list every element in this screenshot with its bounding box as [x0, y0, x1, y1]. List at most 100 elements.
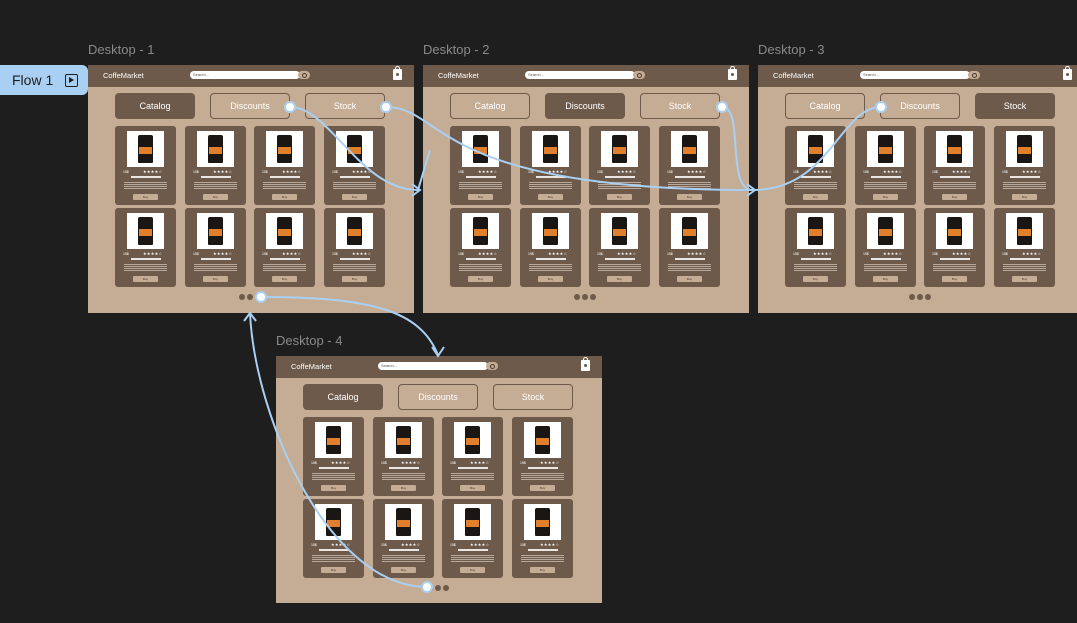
page-dot[interactable] — [427, 585, 433, 591]
buy-button[interactable]: Buy — [942, 276, 967, 282]
product-card[interactable]: 15$ ★★★★☆ Buy — [254, 208, 315, 287]
buy-button[interactable]: Buy — [873, 276, 898, 282]
product-card[interactable]: 15$ ★★★★☆ Buy — [924, 208, 985, 287]
page-dot[interactable] — [909, 294, 915, 300]
page-dot[interactable] — [247, 294, 253, 300]
buy-button[interactable]: Buy — [468, 276, 493, 282]
search-icon[interactable] — [633, 71, 645, 79]
buy-button[interactable]: Buy — [272, 276, 297, 282]
frame-label[interactable]: Desktop - 3 — [758, 42, 824, 57]
buy-button[interactable]: Buy — [133, 276, 158, 282]
tab-discounts[interactable]: Discounts — [210, 93, 290, 119]
page-dot[interactable] — [239, 294, 245, 300]
page-dot[interactable] — [443, 585, 449, 591]
buy-button[interactable]: Buy — [530, 567, 555, 573]
buy-button[interactable]: Buy — [391, 567, 416, 573]
page-dot[interactable] — [590, 294, 596, 300]
product-card[interactable]: 15$ ★★★★☆ Buy — [785, 126, 846, 205]
brand-logo[interactable]: CoffeMarket — [291, 362, 332, 371]
page-dot[interactable] — [917, 294, 923, 300]
product-card[interactable]: 15$ ★★★★☆ Buy — [442, 417, 503, 496]
buy-button[interactable]: Buy — [203, 194, 228, 200]
tab-discounts[interactable]: Discounts — [545, 93, 625, 119]
tab-stock[interactable]: Stock — [975, 93, 1055, 119]
buy-button[interactable]: Buy — [342, 276, 367, 282]
page-dot[interactable] — [582, 294, 588, 300]
product-card[interactable]: 15$ ★★★★☆ Buy — [324, 126, 385, 205]
frame-desktop-4[interactable]: CoffeMarket Search... Catalog Discounts Stoc… — [276, 356, 602, 603]
search-input[interactable]: Search... — [190, 71, 300, 79]
tab-discounts[interactable]: Discounts — [398, 384, 478, 410]
play-frame-icon[interactable] — [65, 73, 79, 87]
product-card[interactable]: 15$ ★★★★☆ Buy — [855, 126, 916, 205]
buy-button[interactable]: Buy — [342, 194, 367, 200]
brand-logo[interactable]: CoffeMarket — [438, 71, 479, 80]
page-dot[interactable] — [925, 294, 931, 300]
product-card[interactable]: 15$ ★★★★☆ Buy — [520, 208, 581, 287]
product-card[interactable]: 15$ ★★★★☆ Buy — [303, 499, 364, 578]
shopping-bag-icon[interactable] — [393, 66, 402, 80]
product-card[interactable]: 15$ ★★★★☆ Buy — [450, 126, 511, 205]
product-card[interactable]: 15$ ★★★★☆ Buy — [785, 208, 846, 287]
product-card[interactable]: 15$ ★★★★☆ Buy — [855, 208, 916, 287]
shopping-bag-icon[interactable] — [1063, 66, 1072, 80]
frame-desktop-1[interactable]: CoffeMarket Search... Catalog Discounts Stoc… — [88, 65, 414, 313]
buy-button[interactable]: Buy — [1012, 276, 1037, 282]
shopping-bag-icon[interactable] — [581, 357, 590, 371]
buy-button[interactable]: Buy — [677, 276, 702, 282]
product-card[interactable]: 15$ ★★★★☆ Buy — [924, 126, 985, 205]
search-icon[interactable] — [968, 71, 980, 79]
tab-catalog[interactable]: Catalog — [785, 93, 865, 119]
product-card[interactable]: 15$ ★★★★☆ Buy — [589, 126, 650, 205]
product-card[interactable]: 15$ ★★★★☆ Buy — [254, 126, 315, 205]
product-card[interactable]: 15$ ★★★★☆ Buy — [373, 499, 434, 578]
buy-button[interactable]: Buy — [803, 194, 828, 200]
buy-button[interactable]: Buy — [460, 485, 485, 491]
tab-catalog[interactable]: Catalog — [115, 93, 195, 119]
buy-button[interactable]: Buy — [538, 194, 563, 200]
product-card[interactable]: 15$ ★★★★☆ Buy — [185, 126, 246, 205]
buy-button[interactable]: Buy — [468, 194, 493, 200]
product-card[interactable]: 15$ ★★★★☆ Buy — [994, 126, 1055, 205]
product-card[interactable]: 15$ ★★★★☆ Buy — [115, 126, 176, 205]
buy-button[interactable]: Buy — [321, 485, 346, 491]
page-dot[interactable] — [255, 294, 261, 300]
page-dot[interactable] — [574, 294, 580, 300]
brand-logo[interactable]: CoffeMarket — [773, 71, 814, 80]
product-card[interactable]: 15$ ★★★★☆ Buy — [303, 417, 364, 496]
tab-stock[interactable]: Stock — [305, 93, 385, 119]
product-card[interactable]: 15$ ★★★★☆ Buy — [324, 208, 385, 287]
search-input[interactable]: Search... — [525, 71, 635, 79]
product-card[interactable]: 15$ ★★★★☆ Buy — [589, 208, 650, 287]
search-icon[interactable] — [486, 362, 498, 370]
buy-button[interactable]: Buy — [538, 276, 563, 282]
buy-button[interactable]: Buy — [803, 276, 828, 282]
buy-button[interactable]: Buy — [942, 194, 967, 200]
product-card[interactable]: 15$ ★★★★☆ Buy — [520, 126, 581, 205]
tab-stock[interactable]: Stock — [493, 384, 573, 410]
product-card[interactable]: 15$ ★★★★☆ Buy — [115, 208, 176, 287]
tab-catalog[interactable]: Catalog — [450, 93, 530, 119]
search-icon[interactable] — [298, 71, 310, 79]
tab-catalog[interactable]: Catalog — [303, 384, 383, 410]
buy-button[interactable]: Buy — [460, 567, 485, 573]
product-card[interactable]: 15$ ★★★★☆ Buy — [512, 499, 573, 578]
buy-button[interactable]: Buy — [677, 194, 702, 200]
buy-button[interactable]: Buy — [607, 276, 632, 282]
shopping-bag-icon[interactable] — [728, 66, 737, 80]
product-card[interactable]: 15$ ★★★★☆ Buy — [185, 208, 246, 287]
product-card[interactable]: 15$ ★★★★☆ Buy — [373, 417, 434, 496]
frame-label[interactable]: Desktop - 1 — [88, 42, 154, 57]
buy-button[interactable]: Buy — [530, 485, 555, 491]
buy-button[interactable]: Buy — [607, 194, 632, 200]
buy-button[interactable]: Buy — [272, 194, 297, 200]
buy-button[interactable]: Buy — [391, 485, 416, 491]
tab-discounts[interactable]: Discounts — [880, 93, 960, 119]
frame-label[interactable]: Desktop - 4 — [276, 333, 342, 348]
product-card[interactable]: 15$ ★★★★☆ Buy — [442, 499, 503, 578]
frame-label[interactable]: Desktop - 2 — [423, 42, 489, 57]
buy-button[interactable]: Buy — [133, 194, 158, 200]
product-card[interactable]: 15$ ★★★★☆ Buy — [450, 208, 511, 287]
search-input[interactable]: Search... — [860, 71, 970, 79]
product-card[interactable]: 15$ ★★★★☆ Buy — [994, 208, 1055, 287]
